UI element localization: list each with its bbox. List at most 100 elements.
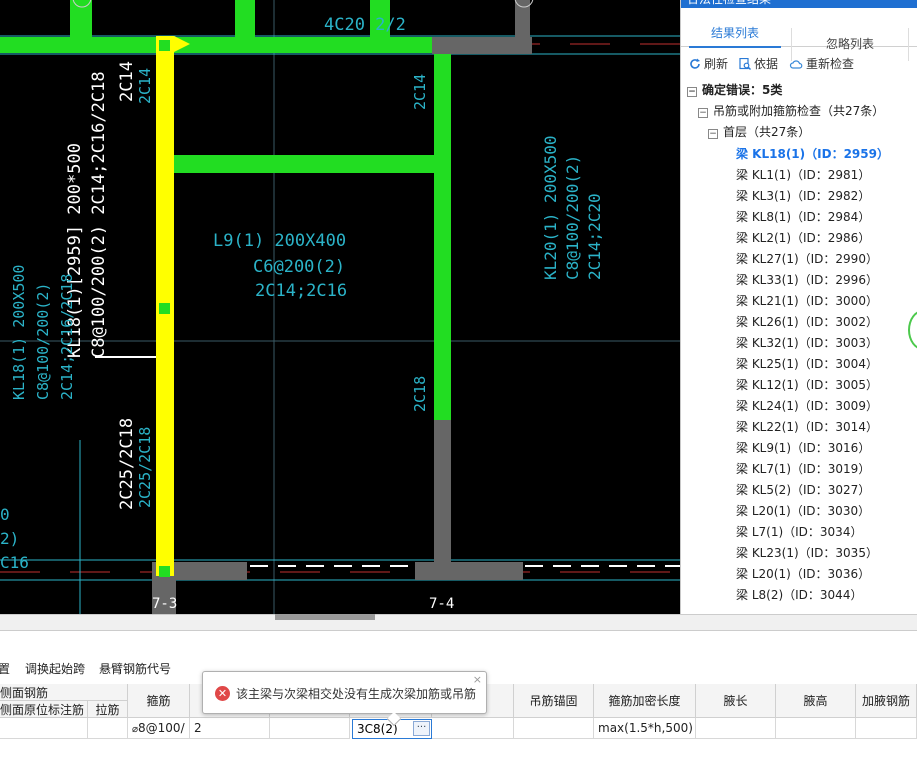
tree-item-beam[interactable]: 梁 KL33(1)（ID：2996） <box>736 271 878 289</box>
tree-item-beam[interactable]: 梁 KL27(1)（ID：2990） <box>736 250 878 268</box>
tree-item-beam[interactable]: 梁 KL12(1)（ID：3005） <box>736 376 878 394</box>
tree-item-beam[interactable]: 梁 KL5(2)（ID：3027） <box>736 481 870 499</box>
tree-item-beam[interactable]: 梁 KL1(1)（ID：2981） <box>736 166 870 184</box>
label-mid-2c14: 2C14 <box>411 74 429 110</box>
refresh-label: 刷新 <box>704 57 729 71</box>
error-icon: ✕ <box>215 686 230 701</box>
beam-top[interactable] <box>0 37 432 53</box>
refresh-button[interactable]: 刷新 <box>689 55 728 73</box>
tree-item-beam[interactable]: 梁 KL8(1)（ID：2984） <box>736 208 870 226</box>
panel-title: 合法性检查结果 <box>681 0 917 8</box>
tree-item-label: 梁 KL12(1)（ID：3005） <box>736 378 878 392</box>
tree-item-beam[interactable]: 梁 KL32(1)（ID：3003） <box>736 334 878 352</box>
label-left-frag2: 2) <box>0 529 19 548</box>
header-haunch-height: 腋高 <box>776 684 856 718</box>
label-kl20-line2: C8@100/200(2) <box>563 155 582 280</box>
tree-item-beam[interactable]: 梁 L20(1)（ID：3030） <box>736 502 870 520</box>
cell-blank[interactable] <box>270 718 350 739</box>
header-haunch-length: 腋长 <box>696 684 776 718</box>
toolbar-item-cantilever-code[interactable]: 悬臂钢筋代号 <box>99 660 171 677</box>
label-mid-2c18: 2C18 <box>411 376 429 412</box>
tree-item-label: 梁 KL25(1)（ID：3004） <box>736 357 878 371</box>
cad-drawing[interactable]: 4C20 2/2 KL18(1)[2959] 200*500 C8@100/20… <box>0 0 680 614</box>
label-left-line1: KL18(1) 200X500 <box>10 265 28 400</box>
tree-item-label: 梁 KL27(1)（ID：2990） <box>736 252 878 266</box>
tree-item-beam[interactable]: 梁 KL25(1)（ID：3004） <box>736 355 878 373</box>
beam-l9[interactable] <box>174 155 436 173</box>
basis-button[interactable]: 依据 <box>739 55 778 73</box>
column-right-base[interactable] <box>415 562 523 580</box>
column-top-right-base[interactable] <box>432 37 532 54</box>
refresh-icon <box>690 58 700 69</box>
column-top-right[interactable] <box>432 0 530 37</box>
toolbar-item-set[interactable]: 置 <box>0 660 10 677</box>
tree-item-beam[interactable]: 梁 KL22(1)（ID：3014） <box>736 418 878 436</box>
cell-stirrup[interactable]: ⌀8@100/ <box>128 718 190 739</box>
tree-item-beam[interactable]: 梁 L8(2)（ID：3044） <box>736 586 862 604</box>
tree-item-beam[interactable]: 梁 L7(1)（ID：3034） <box>736 523 862 541</box>
splitter-handle[interactable] <box>275 614 375 620</box>
cell-legs[interactable]: 2 <box>190 718 270 739</box>
tree-item-label: 梁 KL5(2)（ID：3027） <box>736 483 871 497</box>
cell-haunch-height[interactable] <box>776 718 856 739</box>
label-l9-line2: C6@200(2) <box>253 257 345 277</box>
tree-item-beam[interactable]: 梁 KL23(1)（ID：3035） <box>736 544 878 562</box>
tree-item-label: 梁 L20(1)（ID：3030） <box>736 504 871 518</box>
label-l9-line3: 2C14;2C16 <box>255 281 347 301</box>
tree-item-label: 梁 KL2(1)（ID：2986） <box>736 231 871 245</box>
collapse-icon[interactable]: − <box>708 129 718 139</box>
tree-item-beam[interactable]: 梁 KL9(1)（ID：3016） <box>736 439 870 457</box>
grip-handle[interactable] <box>159 566 170 577</box>
cell-dense-length[interactable]: max(1.5*h,500) <box>594 718 696 739</box>
tooltip-message: 该主梁与次梁相交处没有生成次梁加筋或吊筋 <box>236 687 477 701</box>
tree-item-label: 梁 L8(2)（ID：3044） <box>736 588 863 602</box>
header-haunch-bar: 加腋钢筋 <box>856 684 917 718</box>
label-kl18-bottom: 2C25/2C18 <box>117 418 137 510</box>
tree-item-label: 梁 KL3(1)（ID：2982） <box>736 189 871 203</box>
cell-side-note[interactable] <box>0 718 88 739</box>
tree-item-beam[interactable]: 梁 L20(1)（ID：3036） <box>736 565 870 583</box>
beam-stub[interactable] <box>235 0 255 37</box>
column-right[interactable] <box>434 420 451 562</box>
cad-canvas[interactable]: 4C20 2/2 KL18(1)[2959] 200*500 C8@100/20… <box>0 0 680 614</box>
tree-item-beam[interactable]: 梁 KL21(1)（ID：3000） <box>736 292 878 310</box>
cell-haunch-bar[interactable] <box>856 718 917 739</box>
header-side-note: 侧面原位标注筋 <box>0 701 88 718</box>
tree-item-beam[interactable]: 梁 KL24(1)（ID：3009） <box>736 397 878 415</box>
beam-kl20[interactable] <box>434 54 451 420</box>
tree-item-beam[interactable]: 梁 KL3(1)（ID：2982） <box>736 187 870 205</box>
tree-item-label: 梁 KL26(1)（ID：3002） <box>736 315 878 329</box>
tree-group-label: 吊筋或附加箍筋检查（共27条） <box>713 104 885 118</box>
more-options-button[interactable]: ··· <box>413 721 430 736</box>
tree-item-label: 梁 KL33(1)（ID：2996） <box>736 273 878 287</box>
collapse-icon[interactable]: − <box>698 108 708 118</box>
beam-stub[interactable] <box>70 0 92 37</box>
tree-item-label: 梁 KL7(1)（ID：3019） <box>736 462 871 476</box>
tree-item-beam[interactable]: 梁 KL2(1)（ID：2986） <box>736 229 870 247</box>
cell-hanger-anchor[interactable] <box>514 718 594 739</box>
recheck-button[interactable]: 重新检查 <box>789 55 854 73</box>
panel-splitter[interactable] <box>0 614 917 631</box>
panel-toolbar: 刷新 依据 重新检查 <box>687 55 912 73</box>
tree-root[interactable]: − 确定错误：5类 <box>687 81 782 99</box>
cell-tie[interactable] <box>88 718 128 739</box>
tree-group[interactable]: − 吊筋或附加箍筋检查（共27条） <box>698 102 884 120</box>
tree-item-label: 梁 KL9(1)（ID：3016） <box>736 441 871 455</box>
grip-handle[interactable] <box>159 303 170 314</box>
panel-tabs: 结果列表 忽略列表 <box>681 14 917 61</box>
tree-item-label: 梁 KL18(1)（ID：2959） <box>736 147 889 161</box>
collapse-icon[interactable]: − <box>687 87 697 97</box>
tree-item-beam[interactable]: 梁 KL7(1)（ID：3019） <box>736 460 870 478</box>
tree-item-beam[interactable]: 梁 KL26(1)（ID：3002） <box>736 313 878 331</box>
tab-results-list[interactable]: 结果列表 <box>689 18 781 48</box>
toolbar-item-swap-start-span[interactable]: 调换起始跨 <box>25 660 85 677</box>
tooltip-close-icon[interactable]: × <box>473 673 482 686</box>
tree-root-label: 确定错误：5类 <box>702 83 783 97</box>
grip-handle[interactable] <box>159 40 170 51</box>
header-side-bar: 侧面钢筋 <box>0 684 128 701</box>
tree-item-label: 梁 KL21(1)（ID：3000） <box>736 294 878 308</box>
cell-haunch-length[interactable] <box>696 718 776 739</box>
cell-blank[interactable] <box>432 718 514 739</box>
tree-floor[interactable]: − 首层（共27条） <box>708 123 810 141</box>
tree-item-beam[interactable]: 梁 KL18(1)（ID：2959） <box>736 145 889 163</box>
